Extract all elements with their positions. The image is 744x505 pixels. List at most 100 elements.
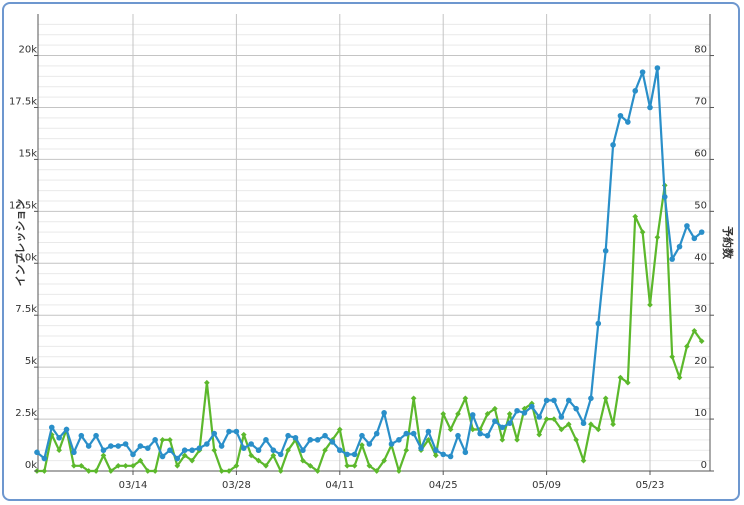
bookings-point[interactable] bbox=[122, 462, 129, 469]
bookings-point[interactable] bbox=[204, 379, 210, 386]
impressions-point[interactable] bbox=[388, 441, 395, 447]
impressions-point[interactable] bbox=[130, 451, 136, 458]
impressions-point[interactable] bbox=[514, 407, 520, 414]
bookings-point[interactable] bbox=[580, 457, 587, 464]
impressions-point[interactable] bbox=[41, 455, 48, 462]
bookings-point[interactable] bbox=[71, 462, 77, 469]
bookings-point[interactable] bbox=[344, 462, 351, 469]
impressions-point[interactable] bbox=[240, 445, 247, 451]
impressions-point[interactable] bbox=[159, 453, 166, 460]
impressions-point[interactable] bbox=[521, 410, 528, 416]
bookings-point[interactable] bbox=[647, 301, 653, 308]
impressions-point[interactable] bbox=[632, 88, 639, 94]
impressions-point[interactable] bbox=[602, 248, 609, 254]
bookings-point[interactable] bbox=[654, 234, 661, 241]
bookings-point[interactable] bbox=[211, 447, 218, 454]
impressions-point[interactable] bbox=[669, 256, 675, 262]
bookings-point[interactable] bbox=[159, 437, 166, 443]
impressions-point[interactable] bbox=[34, 449, 40, 456]
impressions-point[interactable] bbox=[440, 451, 447, 458]
impressions-point[interactable] bbox=[366, 441, 373, 447]
impressions-point[interactable] bbox=[654, 65, 661, 71]
impressions-point[interactable] bbox=[573, 405, 579, 412]
impressions-point[interactable] bbox=[270, 447, 277, 454]
impressions-point[interactable] bbox=[661, 194, 668, 200]
impressions-point[interactable] bbox=[152, 437, 158, 443]
bookings-point[interactable] bbox=[240, 431, 247, 438]
impressions-point[interactable] bbox=[639, 69, 646, 75]
impressions-point[interactable] bbox=[337, 447, 343, 454]
impressions-point[interactable] bbox=[506, 420, 513, 427]
impressions-point[interactable] bbox=[322, 432, 328, 439]
bookings-point[interactable] bbox=[610, 421, 616, 428]
impressions-point[interactable] bbox=[447, 453, 454, 460]
impressions-point[interactable] bbox=[499, 424, 506, 431]
impressions-point[interactable] bbox=[137, 443, 144, 449]
impressions-point[interactable] bbox=[115, 443, 122, 449]
bookings-point[interactable] bbox=[351, 462, 358, 469]
impressions-point[interactable] bbox=[580, 420, 587, 427]
impressions-point[interactable] bbox=[551, 397, 557, 404]
impressions-point[interactable] bbox=[255, 447, 262, 454]
impressions-point[interactable] bbox=[263, 437, 269, 443]
bookings-point[interactable] bbox=[152, 468, 158, 474]
impressions-point[interactable] bbox=[85, 443, 92, 449]
impressions-point[interactable] bbox=[167, 447, 173, 454]
impressions-point[interactable] bbox=[676, 243, 683, 250]
impressions-point[interactable] bbox=[226, 428, 232, 435]
impressions-point[interactable] bbox=[78, 432, 85, 439]
bookings-point[interactable] bbox=[167, 437, 173, 443]
impressions-point[interactable] bbox=[48, 424, 55, 431]
impressions-point[interactable] bbox=[536, 414, 543, 420]
impressions-point[interactable] bbox=[595, 320, 602, 327]
impressions-point[interactable] bbox=[469, 412, 476, 418]
impressions-point[interactable] bbox=[565, 397, 572, 404]
impressions-point[interactable] bbox=[477, 430, 483, 437]
impressions-point[interactable] bbox=[248, 441, 254, 447]
impressions-point[interactable] bbox=[396, 437, 402, 443]
impressions-point[interactable] bbox=[71, 449, 77, 456]
impressions-point[interactable] bbox=[174, 455, 181, 462]
impressions-point[interactable] bbox=[617, 112, 624, 119]
impressions-point[interactable] bbox=[56, 434, 62, 441]
impressions-point[interactable] bbox=[588, 395, 594, 402]
impressions-point[interactable] bbox=[351, 451, 358, 458]
impressions-point[interactable] bbox=[462, 449, 469, 456]
bookings-point[interactable] bbox=[41, 468, 48, 474]
impressions-point[interactable] bbox=[381, 410, 387, 416]
impressions-point[interactable] bbox=[492, 418, 498, 424]
impressions-point[interactable] bbox=[684, 223, 690, 229]
impressions-point[interactable] bbox=[181, 447, 188, 454]
impressions-point[interactable] bbox=[233, 428, 240, 435]
impressions-point[interactable] bbox=[285, 432, 291, 439]
impressions-point[interactable] bbox=[625, 119, 631, 125]
impressions-point[interactable] bbox=[698, 229, 705, 235]
bookings-point[interactable] bbox=[669, 353, 675, 360]
impressions-point[interactable] bbox=[484, 432, 491, 439]
bookings-point[interactable] bbox=[396, 468, 402, 474]
impressions-point[interactable] bbox=[189, 447, 195, 454]
bookings-point[interactable] bbox=[506, 411, 513, 417]
impressions-point[interactable] bbox=[329, 439, 336, 445]
impressions-point[interactable] bbox=[93, 432, 99, 439]
impressions-point[interactable] bbox=[218, 443, 225, 449]
impressions-point[interactable] bbox=[418, 445, 424, 451]
bookings-point[interactable] bbox=[602, 395, 609, 402]
impressions-point[interactable] bbox=[543, 397, 550, 404]
impressions-point[interactable] bbox=[122, 441, 129, 447]
impressions-point[interactable] bbox=[292, 434, 299, 441]
impressions-point[interactable] bbox=[108, 443, 114, 449]
impressions-point[interactable] bbox=[425, 428, 432, 435]
impressions-point[interactable] bbox=[558, 414, 565, 420]
bookings-point[interactable] bbox=[676, 374, 683, 381]
impressions-point[interactable] bbox=[691, 235, 698, 242]
impressions-point[interactable] bbox=[300, 447, 306, 454]
impressions-point[interactable] bbox=[63, 426, 70, 433]
impressions-point[interactable] bbox=[314, 437, 321, 443]
impressions-point[interactable] bbox=[144, 445, 151, 451]
impressions-point[interactable] bbox=[433, 447, 439, 454]
bookings-point[interactable] bbox=[218, 468, 225, 474]
impressions-point[interactable] bbox=[100, 447, 107, 454]
impressions-point[interactable] bbox=[204, 441, 210, 447]
bookings-point[interactable] bbox=[514, 437, 520, 443]
